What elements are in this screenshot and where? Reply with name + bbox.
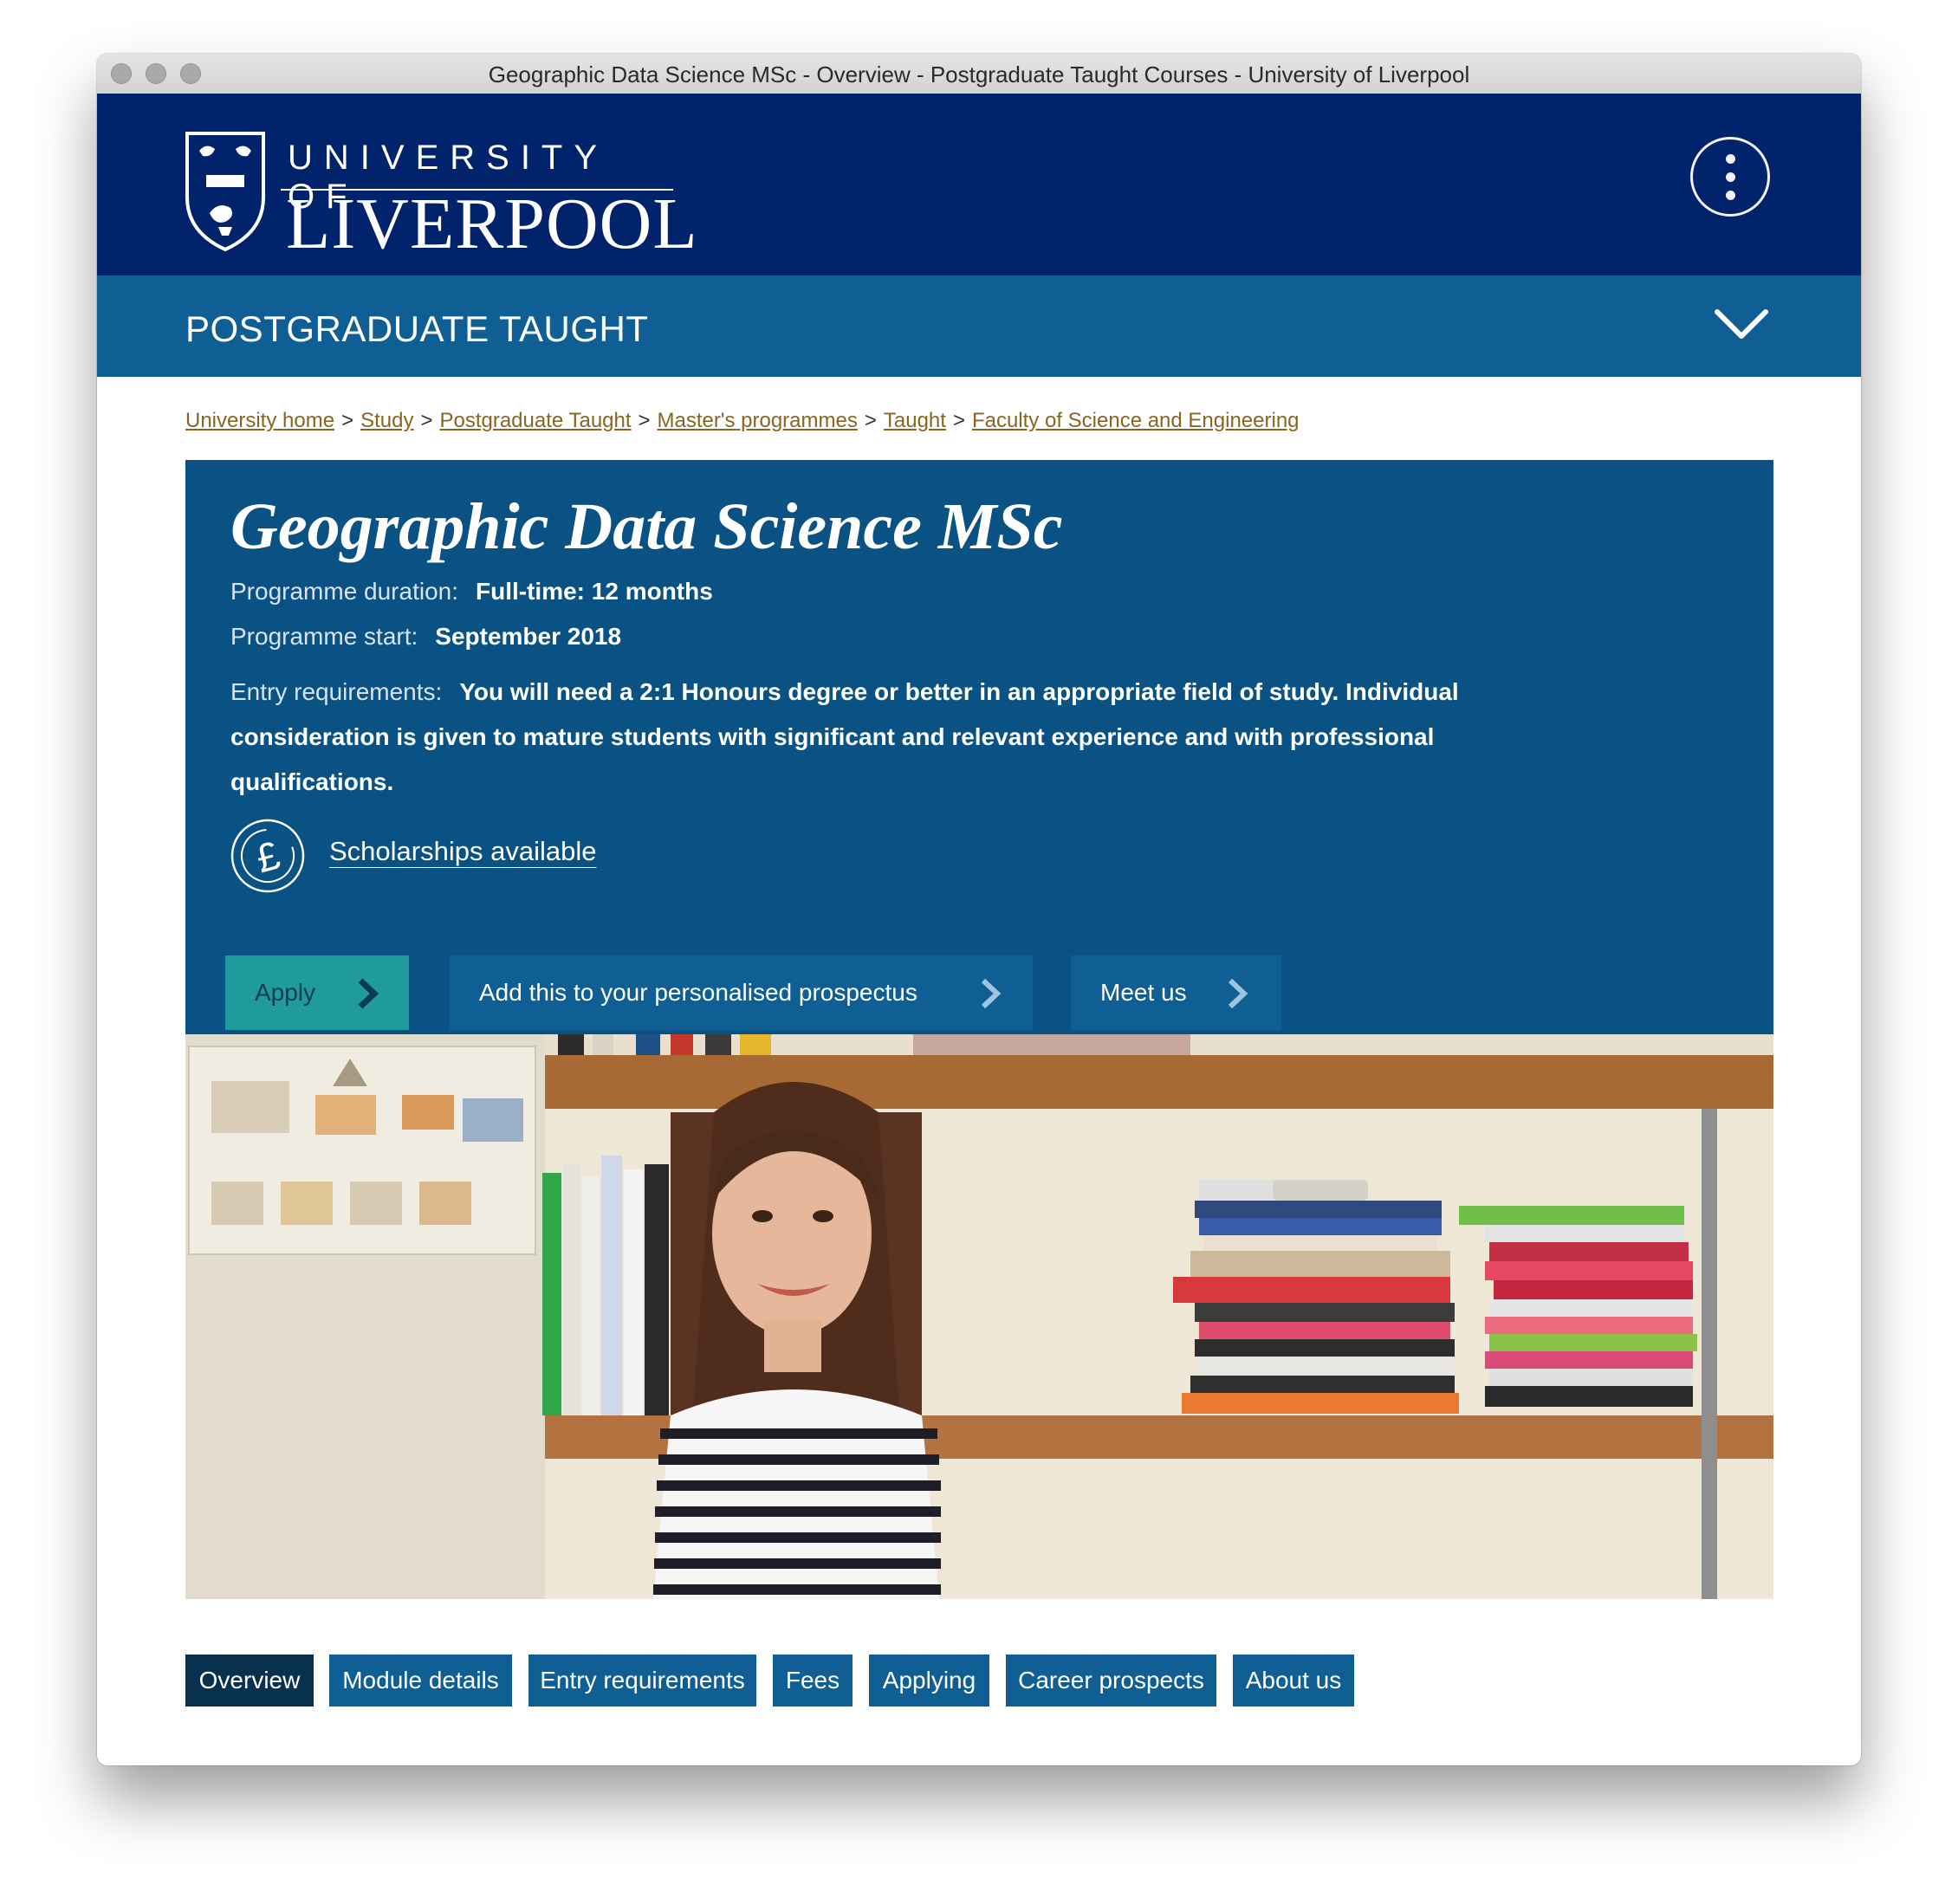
tab-entry-requirements[interactable]: Entry requirements [528, 1655, 756, 1706]
programme-duration: Programme duration: Full-time: 12 months [230, 578, 713, 606]
section-title: POSTGRADUATE TAUGHT [185, 308, 649, 349]
breadcrumb-link-study[interactable]: Study [360, 409, 413, 432]
duration-value: Full-time: 12 months [476, 578, 713, 605]
more-vertical-icon-dot [1726, 172, 1735, 182]
apply-button[interactable]: Apply [225, 955, 409, 1030]
tab-applying[interactable]: Applying [869, 1655, 989, 1706]
scholarships-link[interactable]: Scholarships available [329, 836, 596, 867]
site-header: UNIVERSITY OF LIVERPOOL [97, 94, 1861, 275]
breadcrumb-separator: > [638, 409, 651, 432]
course-hero-image [185, 1034, 1773, 1599]
breadcrumb-link-postgraduate-taught[interactable]: Postgraduate Taught [439, 409, 631, 432]
tab-module-details[interactable]: Module details [329, 1655, 512, 1706]
logo-text-bottom: LIVERPOOL [286, 184, 698, 264]
tab-fees[interactable]: Fees [773, 1655, 853, 1706]
more-vertical-icon [1726, 154, 1735, 164]
browser-window: Geographic Data Science MSc - Overview -… [97, 54, 1861, 1765]
programme-start: Programme start: September 2018 [230, 623, 621, 651]
crest-icon [185, 132, 265, 252]
breadcrumb-separator: > [864, 409, 877, 432]
start-value: September 2018 [435, 623, 622, 650]
window-title: Geographic Data Science MSc - Overview -… [488, 62, 1470, 87]
breadcrumb: University home > Study > Postgraduate Taugh… [185, 409, 1300, 433]
chevron-right-icon [358, 978, 379, 1009]
breadcrumb-link-faculty[interactable]: Faculty of Science and Engineering [972, 409, 1300, 432]
pound-icon[interactable]: £ [229, 817, 307, 895]
more-vertical-icon-dot [1726, 191, 1735, 200]
entry-label: Entry requirements: [230, 678, 443, 705]
breadcrumb-link-masters-programmes[interactable]: Master's programmes [658, 409, 858, 432]
duration-label: Programme duration: [230, 578, 459, 605]
breadcrumb-separator: > [341, 409, 354, 432]
meet-us-button-label: Meet us [1100, 979, 1187, 1006]
tab-overview[interactable]: Overview [185, 1655, 314, 1706]
tab-career-prospects[interactable]: Career prospects [1006, 1655, 1216, 1706]
start-label: Programme start: [230, 623, 418, 650]
meet-us-button[interactable]: Meet us [1071, 955, 1281, 1030]
breadcrumb-separator: > [952, 409, 965, 432]
breadcrumb-separator: > [420, 409, 433, 432]
chevron-right-icon [1228, 978, 1248, 1009]
breadcrumb-link-taught[interactable]: Taught [884, 409, 946, 432]
main-menu-button[interactable] [1690, 137, 1770, 217]
chevron-right-icon [981, 978, 1002, 1009]
breadcrumb-link-university-home[interactable]: University home [185, 409, 334, 432]
prospectus-button-label: Add this to your personalised prospectus [479, 979, 917, 1006]
course-title: Geographic Data Science MSc [230, 490, 1063, 563]
entry-requirements: Entry requirements: You will need a 2:1 H… [230, 670, 1487, 805]
chevron-down-icon[interactable] [1714, 305, 1769, 343]
tab-about-us[interactable]: About us [1233, 1655, 1354, 1706]
svg-text:£: £ [251, 832, 284, 882]
title-bar: Geographic Data Science MSc - Overview -… [97, 54, 1861, 94]
apply-button-label: Apply [255, 979, 316, 1006]
section-navigation[interactable]: POSTGRADUATE TAUGHT [97, 275, 1861, 377]
university-logo[interactable]: UNIVERSITY OF LIVERPOOL [184, 130, 697, 264]
student-photo [185, 1034, 1773, 1599]
course-summary-panel: Geographic Data Science MSc Programme du… [185, 460, 1773, 1034]
add-to-prospectus-button[interactable]: Add this to your personalised prospectus [450, 955, 1033, 1030]
